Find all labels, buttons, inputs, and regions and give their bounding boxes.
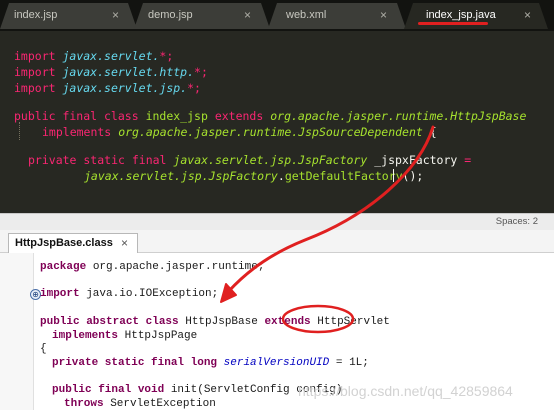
code-line-factory-init[interactable]: javax.servlet.jsp.JspFactory.getDefaultF… — [84, 168, 423, 184]
close-icon[interactable]: × — [112, 8, 119, 22]
code-line-package[interactable]: package org.apache.jasper.runtime; — [40, 259, 264, 275]
status-bar: Spaces: 2 — [0, 213, 554, 231]
tab-label: index_jsp.java — [426, 9, 496, 21]
tab-label: index.jsp — [14, 9, 58, 21]
top-editor: index.jsp × demo.jsp × web.xml × index_j… — [0, 0, 554, 213]
close-icon[interactable]: × — [244, 8, 251, 22]
text-cursor — [393, 169, 394, 182]
code-line-implements[interactable]: implements HttpJspPage — [52, 328, 197, 344]
code-line-open-brace[interactable]: { — [40, 341, 47, 357]
code-line-import-http[interactable]: import javax.servlet.http.*; — [14, 64, 208, 80]
code-line-serial-version[interactable]: private static final long serialVersionU… — [52, 355, 369, 371]
close-icon[interactable]: × — [121, 236, 128, 250]
tab-label: web.xml — [286, 9, 327, 21]
status-indentation[interactable]: Spaces: 2 — [496, 216, 538, 227]
tab-label: demo.jsp — [148, 9, 193, 21]
editor-ruler — [0, 253, 34, 410]
tab-web-xml[interactable]: web.xml × — [268, 3, 406, 29]
top-tab-bar: index.jsp × demo.jsp × web.xml × index_j… — [0, 0, 554, 31]
code-line-class-declaration[interactable]: public final class index_jsp extends org… — [14, 108, 526, 124]
code-line-import-jsp[interactable]: import javax.servlet.jsp.*; — [14, 80, 201, 96]
code-line-implements[interactable]: implements org.apache.jasper.runtime.Jsp… — [42, 124, 437, 140]
watermark: https://blog.csdn.net/qq_42859864 — [298, 383, 513, 399]
tab-index-jsp-java[interactable]: index_jsp.java × — [404, 3, 548, 29]
close-icon[interactable]: × — [380, 8, 387, 22]
code-line-import[interactable]: import java.io.IOException; — [40, 286, 218, 302]
active-tab-annotation — [418, 22, 488, 25]
close-icon[interactable]: × — [524, 8, 531, 22]
lower-tab-bar: HttpJspBase.class × — [0, 230, 554, 253]
code-line-import-servlet[interactable]: import javax.servlet.*; — [14, 48, 173, 64]
tab-label: HttpJspBase.class — [15, 237, 113, 249]
tab-index-jsp[interactable]: index.jsp × — [0, 3, 137, 29]
indent-guide — [19, 122, 20, 140]
code-line-factory-field[interactable]: private static final javax.servlet.jsp.J… — [28, 152, 471, 168]
tab-demo-jsp[interactable]: demo.jsp × — [134, 3, 270, 29]
tab-httpjspbase-class[interactable]: HttpJspBase.class × — [8, 233, 138, 253]
